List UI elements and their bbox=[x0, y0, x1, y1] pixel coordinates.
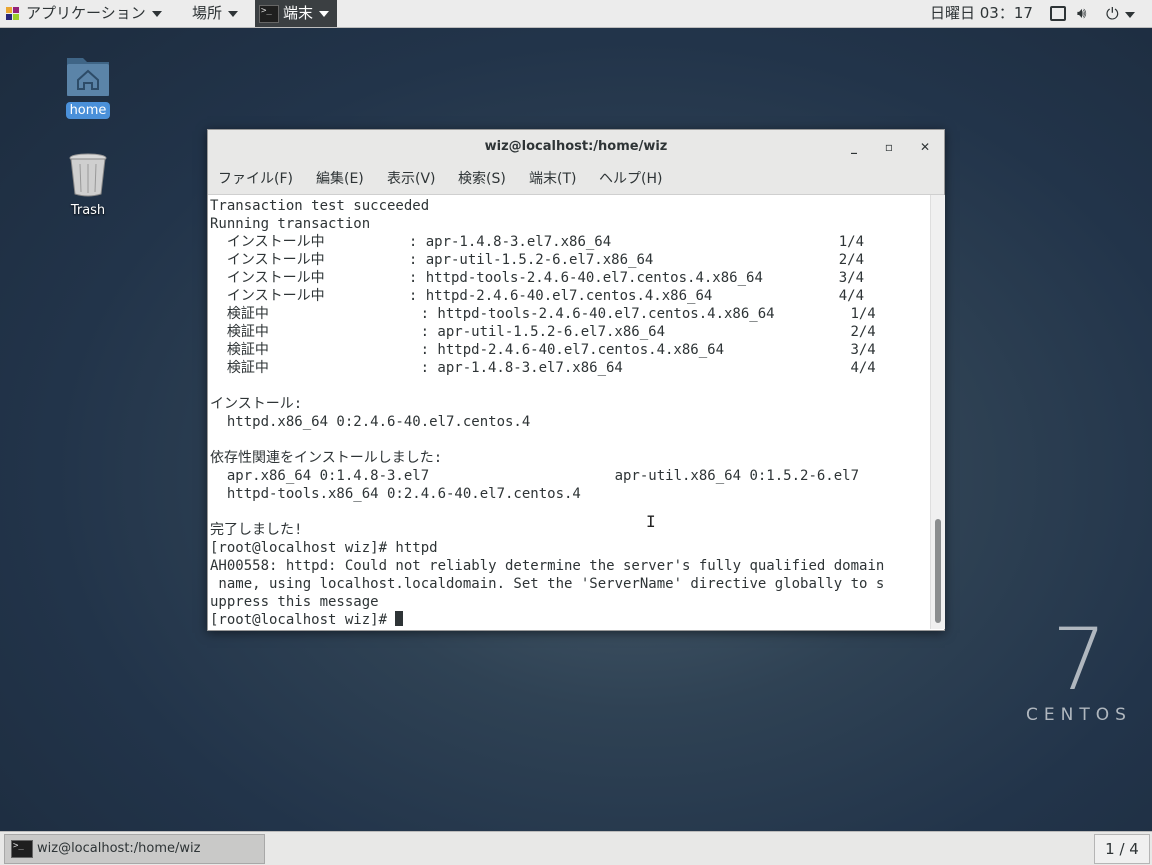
terminal-icon: >_ bbox=[259, 4, 279, 23]
terminal-line: Running transaction bbox=[210, 216, 371, 232]
trash-icon bbox=[69, 153, 107, 197]
trash-label: Trash bbox=[70, 203, 106, 218]
chevron-down-icon bbox=[319, 10, 330, 17]
top-bar: アプリケーション 場所 >_ 端末 日曜日 03：17 🔊︎ ⏻ bbox=[0, 0, 1152, 28]
places-menu[interactable]: 場所 bbox=[192, 0, 239, 27]
terminal-line: 検証中 : httpd-2.4.6-40.el7.centos.4.x86_64… bbox=[210, 342, 876, 358]
menu-search[interactable]: 検索(S) bbox=[458, 164, 506, 194]
menu-help[interactable]: ヘルプ(H) bbox=[599, 164, 662, 194]
taskbar-item-label: wiz@localhost:/home/wiz bbox=[37, 841, 201, 856]
power-menu[interactable]: ⏻ bbox=[1106, 0, 1135, 27]
terminal-line: Transaction test succeeded bbox=[210, 198, 430, 214]
volume-icon[interactable]: 🔊︎ bbox=[1077, 0, 1086, 27]
chevron-down-icon bbox=[228, 10, 239, 17]
terminal-app-label: 端末 bbox=[283, 4, 314, 22]
terminal-line: uppress this message bbox=[210, 594, 379, 610]
terminal-line: [root@localhost wiz]# httpd bbox=[210, 540, 438, 556]
menu-file[interactable]: ファイル(F) bbox=[218, 164, 293, 194]
terminal-line: インストール中 : apr-1.4.8-3.el7.x86_64 1/4 bbox=[210, 234, 865, 250]
terminal-cursor bbox=[395, 611, 404, 626]
terminal-app-menu[interactable]: >_ 端末 bbox=[255, 0, 338, 27]
text-cursor-icon: I bbox=[646, 512, 656, 531]
terminal-line: name, using localhost.localdomain. Set t… bbox=[210, 576, 885, 592]
terminal-line: 検証中 : apr-1.4.8-3.el7.x86_64 4/4 bbox=[210, 360, 876, 376]
desktop-home[interactable]: home bbox=[43, 52, 133, 119]
workspace-indicator[interactable]: 1 / 4 bbox=[1094, 834, 1150, 864]
terminal-line: httpd.x86_64 0:2.4.6-40.el7.centos.4 bbox=[210, 414, 531, 430]
centos-wordmark: CENTOS bbox=[1026, 705, 1132, 725]
screen-icon[interactable] bbox=[1050, 0, 1066, 27]
menu-edit[interactable]: 編集(E) bbox=[316, 164, 364, 194]
terminal-line: 依存性関連をインストールしました: bbox=[210, 450, 443, 466]
menu-view[interactable]: 表示(V) bbox=[387, 164, 436, 194]
desktop-trash[interactable]: Trash bbox=[43, 152, 133, 219]
terminal-line: 検証中 : httpd-tools-2.4.6-40.el7.centos.4.… bbox=[210, 306, 876, 322]
folder-icon bbox=[67, 58, 109, 96]
terminal-line: 完了しました! bbox=[210, 522, 303, 538]
terminal-output[interactable]: Transaction test succeeded Running transa… bbox=[208, 195, 930, 629]
power-icon: ⏻ bbox=[1106, 4, 1119, 23]
terminal-line: AH00558: httpd: Could not reliably deter… bbox=[210, 558, 885, 574]
scrollbar[interactable] bbox=[930, 195, 945, 629]
clock[interactable]: 日曜日 03：17 bbox=[930, 0, 1033, 27]
terminal-icon: >_ bbox=[11, 839, 33, 858]
terminal-line: インストール: bbox=[210, 396, 303, 412]
home-label: home bbox=[65, 102, 111, 119]
applications-label: アプリケーション bbox=[26, 4, 146, 22]
terminal-line: インストール中 : httpd-tools-2.4.6-40.el7.cento… bbox=[210, 270, 865, 286]
terminal-line: 検証中 : apr-util-1.5.2-6.el7.x86_64 2/4 bbox=[210, 324, 876, 340]
menu-bar: ファイル(F) 編集(E) 表示(V) 検索(S) 端末(T) ヘルプ(H) bbox=[208, 164, 944, 195]
menu-terminal[interactable]: 端末(T) bbox=[529, 164, 576, 194]
close-button[interactable]: ✕ bbox=[915, 137, 935, 157]
scrollbar-thumb[interactable] bbox=[935, 519, 941, 623]
window-titlebar[interactable]: wiz@localhost:/home/wiz _ ▫ ✕ bbox=[208, 130, 944, 164]
places-label: 場所 bbox=[192, 4, 223, 22]
terminal-line: [root@localhost wiz]# bbox=[210, 611, 404, 629]
terminal-line: apr.x86_64 0:1.4.8-3.el7 apr-util.x86_64… bbox=[210, 468, 860, 484]
terminal-line: httpd-tools.x86_64 0:2.4.6-40.el7.centos… bbox=[210, 486, 581, 502]
applications-icon bbox=[6, 6, 20, 21]
chevron-down-icon bbox=[1124, 11, 1135, 18]
applications-menu[interactable]: アプリケーション bbox=[6, 0, 162, 27]
window-title: wiz@localhost:/home/wiz bbox=[484, 139, 668, 154]
chevron-down-icon bbox=[151, 10, 162, 17]
maximize-button[interactable]: ▫ bbox=[879, 137, 899, 157]
taskbar-terminal-item[interactable]: >_ wiz@localhost:/home/wiz bbox=[4, 834, 265, 864]
minimize-button[interactable]: _ bbox=[844, 137, 864, 157]
terminal-line: インストール中 : httpd-2.4.6-40.el7.centos.4.x8… bbox=[210, 288, 865, 304]
bottom-bar: >_ wiz@localhost:/home/wiz 1 / 4 bbox=[0, 831, 1152, 865]
centos-version-number: 7 bbox=[1052, 610, 1107, 710]
terminal-line: インストール中 : apr-util-1.5.2-6.el7.x86_64 2/… bbox=[210, 252, 865, 268]
terminal-window: wiz@localhost:/home/wiz _ ▫ ✕ ファイル(F) 編集… bbox=[207, 129, 945, 631]
